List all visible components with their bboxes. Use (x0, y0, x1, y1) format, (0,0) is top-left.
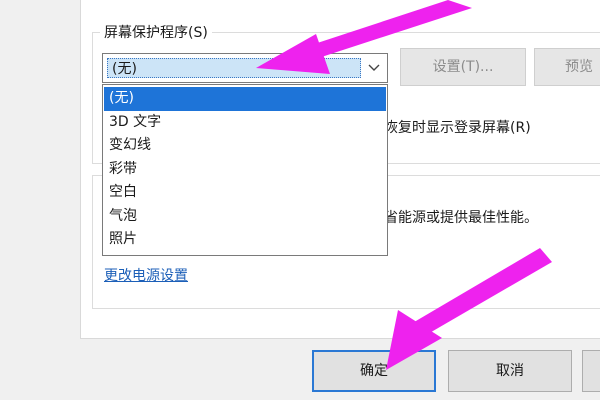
dropdown-option[interactable]: 变幻线 (104, 134, 386, 158)
dropdown-option[interactable]: 照片 (104, 228, 386, 252)
screensaver-dropdown-list[interactable]: (无) 3D 文字 变幻线 彩带 空白 气泡 照片 (102, 84, 388, 256)
logon-checkbox-label[interactable]: 恢复时显示登录屏幕(R) (384, 117, 531, 137)
dropdown-option[interactable]: 3D 文字 (104, 111, 386, 135)
cancel-button[interactable]: 取消 (448, 350, 572, 392)
apply-button-partial[interactable] (582, 350, 600, 392)
change-power-settings-link[interactable]: 更改电源设置 (104, 265, 188, 285)
dropdown-option[interactable]: (无) (104, 87, 386, 111)
power-description: 省能源或提供最佳性能。 (384, 210, 538, 226)
screensaver-selected-value: (无) (107, 58, 361, 78)
chevron-down-icon (368, 64, 380, 71)
screensaver-group-title: 屏幕保护程序(S) (100, 22, 212, 42)
preview-button[interactable]: 预览 (534, 48, 600, 86)
ok-button[interactable]: 确定 (312, 350, 436, 392)
settings-button[interactable]: 设置(T)... (400, 48, 526, 86)
screensaver-select[interactable]: (无) (102, 53, 388, 83)
dropdown-option[interactable]: 空白 (104, 181, 386, 205)
dropdown-option[interactable]: 气泡 (104, 205, 386, 229)
dropdown-option[interactable]: 彩带 (104, 158, 386, 182)
